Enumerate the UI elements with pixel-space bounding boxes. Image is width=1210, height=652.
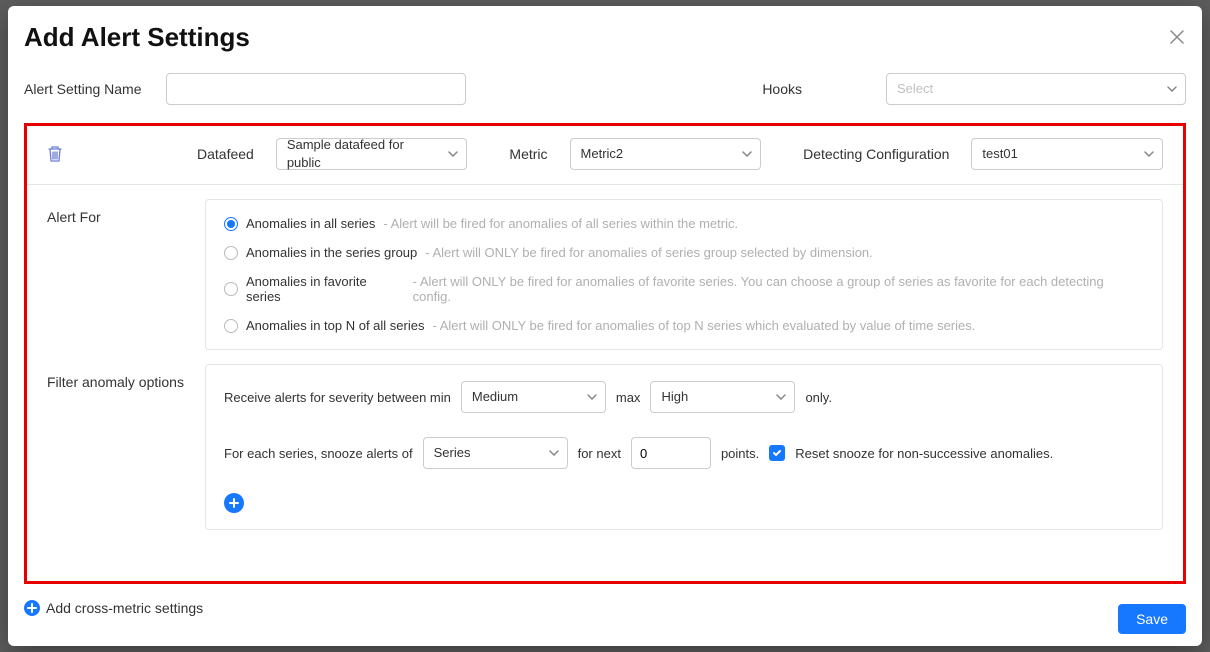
chevron-down-icon [742,151,752,157]
snooze-suffix: points. [721,446,759,461]
radio-desc: - Alert will ONLY be fired for anomalies… [413,274,1144,304]
snooze-unit-select[interactable]: Series [423,437,568,469]
chevron-down-icon [776,394,786,400]
radio-desc: - Alert will ONLY be fired for anomalies… [432,318,975,333]
metric-label: Metric [509,146,547,162]
severity-min-select[interactable]: Medium [461,381,606,413]
chevron-down-icon [549,450,559,456]
save-button[interactable]: Save [1118,604,1186,634]
plus-circle-icon [24,600,40,616]
metric-select[interactable]: Metric2 [570,138,762,170]
snooze-points-input[interactable] [631,437,711,469]
add-filter-icon[interactable] [224,493,244,513]
severity-prefix: Receive alerts for severity between min [224,390,451,405]
hooks-placeholder: Select [897,80,933,98]
filter-options-label: Filter anomaly options [47,364,197,530]
chevron-down-icon [587,394,597,400]
modal-title: Add Alert Settings [24,22,250,53]
hooks-label: Hooks [762,81,802,97]
alert-name-input[interactable] [166,73,466,105]
datafeed-select[interactable]: Sample datafeed for public [276,138,468,170]
add-cross-metric-label: Add cross-metric settings [46,600,203,616]
detecting-config-select[interactable]: test01 [971,138,1163,170]
radio-favorite-series[interactable] [224,282,238,296]
severity-min-value: Medium [472,388,518,406]
trash-icon[interactable] [47,145,63,163]
alert-config-group: Datafeed Sample datafeed for public Metr… [24,123,1186,584]
snooze-prefix: For each series, snooze alerts of [224,446,413,461]
reset-snooze-checkbox[interactable] [769,445,785,461]
severity-max-value: High [661,388,688,406]
severity-max-select[interactable]: High [650,381,795,413]
detecting-config-label: Detecting Configuration [803,146,949,162]
radio-label: Anomalies in all series [246,216,375,231]
severity-suffix: only. [805,390,832,405]
add-cross-metric-button[interactable]: Add cross-metric settings [24,600,203,616]
radio-all-series[interactable] [224,217,238,231]
close-icon[interactable] [1168,27,1186,49]
radio-desc: - Alert will ONLY be fired for anomalies… [425,245,873,260]
metric-value: Metric2 [581,145,624,163]
chevron-down-icon [1167,86,1177,92]
radio-series-group[interactable] [224,246,238,260]
snooze-unit-value: Series [434,444,471,462]
radio-label: Anomalies in the series group [246,245,417,260]
filter-options-panel: Receive alerts for severity between min … [205,364,1163,530]
max-label: max [616,390,641,405]
add-alert-settings-modal: Add Alert Settings Alert Setting Name Ho… [8,6,1202,646]
datafeed-label: Datafeed [197,146,254,162]
snooze-mid: for next [578,446,621,461]
alert-for-panel: Anomalies in all series - Alert will be … [205,199,1163,350]
reset-snooze-label: Reset snooze for non-successive anomalie… [795,446,1053,461]
alert-name-label: Alert Setting Name [24,81,142,97]
radio-desc: - Alert will be fired for anomalies of a… [383,216,738,231]
alert-for-label: Alert For [47,199,197,350]
chevron-down-icon [448,151,458,157]
datafeed-value: Sample datafeed for public [287,136,439,172]
radio-label: Anomalies in top N of all series [246,318,424,333]
chevron-down-icon [1144,151,1154,157]
radio-top-n-series[interactable] [224,319,238,333]
detecting-config-value: test01 [982,145,1017,163]
hooks-select[interactable]: Select [886,73,1186,105]
radio-label: Anomalies in favorite series [246,274,405,304]
